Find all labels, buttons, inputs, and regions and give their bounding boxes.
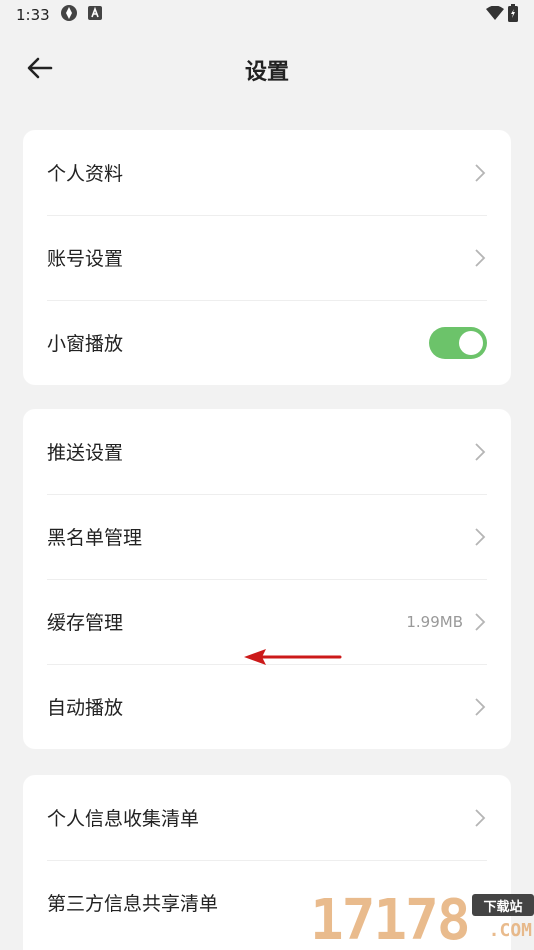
sync-icon [60,4,78,26]
status-time: 1:33 [16,6,50,24]
battery-icon [508,4,518,26]
row-label: 缓存管理 [47,612,124,634]
chevron-right-icon [473,807,487,829]
row-blacklist[interactable]: 黑名单管理 [23,494,511,579]
chevron-right-icon [473,526,487,548]
row-label: 推送设置 [47,442,124,464]
watermark-digits: 17178 [310,888,471,950]
app-a-icon [87,6,102,24]
chevron-right-icon [473,611,487,633]
row-mini-window-play: 小窗播放 [23,300,511,385]
watermark-logo: 17178 下载站 .COM [310,888,534,950]
chevron-right-icon [473,247,487,269]
row-autoplay[interactable]: 自动播放 [23,664,511,749]
watermark-badge: 下载站 [472,894,534,916]
page-title: 设置 [244,60,289,85]
row-label: 自动播放 [47,697,124,719]
row-push-settings[interactable]: 推送设置 [23,409,511,494]
settings-card-general: 推送设置 黑名单管理 缓存管理 1.99MB 自动播放 [23,409,511,749]
row-label: 小窗播放 [47,333,124,355]
annotation-arrow-icon [244,649,342,665]
settings-card-account: 个人资料 账号设置 小窗播放 [23,130,511,385]
row-label: 个人信息收集清单 [47,808,200,830]
row-label: 第三方信息共享清单 [47,893,219,915]
toggle-knob [459,330,483,355]
row-label: 账号设置 [47,248,124,270]
row-label: 黑名单管理 [47,527,143,549]
row-label: 个人资料 [47,163,124,185]
status-left: 1:33 [16,4,102,26]
chevron-right-icon [473,441,487,463]
row-personal-info-list[interactable]: 个人信息收集清单 [23,775,511,860]
cache-size-value: 1.99MB [406,612,463,631]
app-bar: 设置 [0,40,534,96]
mini-window-toggle[interactable] [429,326,487,359]
row-account-settings[interactable]: 账号设置 [23,215,511,300]
chevron-right-icon [473,162,487,184]
status-bar: 1:33 [0,0,534,30]
chevron-right-icon [473,696,487,718]
row-profile[interactable]: 个人资料 [23,130,511,215]
watermark-suffix: .COM [488,920,532,941]
status-right [486,4,518,26]
wifi-icon [486,5,504,24]
